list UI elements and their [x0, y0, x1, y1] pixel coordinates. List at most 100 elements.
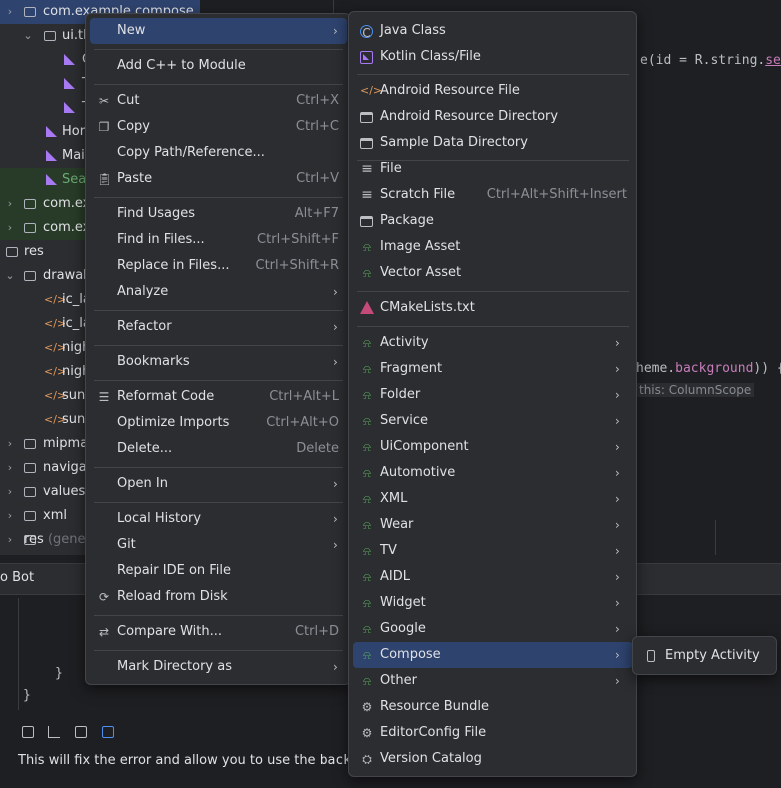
android-icon: ⍾	[363, 596, 371, 610]
menu-item-android-resource-directory[interactable]: Android Resource Directory	[353, 104, 633, 130]
chevron-right-icon: ›	[333, 660, 338, 674]
tree-row-label: res	[24, 244, 44, 259]
menu-item-vector-asset[interactable]: ⍾ Vector Asset	[353, 260, 633, 286]
menu-item-compose[interactable]: ⍾ Compose ›	[353, 642, 633, 668]
menu-item-xml[interactable]: ⍾ XML ›	[353, 486, 633, 512]
menu-item-label: Reformat Code	[117, 389, 215, 404]
menu-item-scratch-file[interactable]: Scratch File Ctrl+Alt+Shift+Insert	[353, 182, 633, 208]
menu-item-cut[interactable]: ✂ Cut Ctrl+X	[90, 88, 347, 114]
menu-item-version-catalog[interactable]: ⛭ Version Catalog	[353, 746, 633, 772]
menu-item-google[interactable]: ⍾ Google ›	[353, 616, 633, 642]
chevron-right-icon[interactable]: ›	[4, 456, 16, 480]
chevron-right-icon[interactable]: ›	[4, 216, 16, 240]
menu-item-kotlin-class-file[interactable]: Kotlin Class/File	[353, 44, 633, 70]
menu-item-copy[interactable]: ❐ Copy Ctrl+C	[90, 114, 347, 140]
menu-item-activity[interactable]: ⍾ Activity ›	[353, 330, 633, 356]
menu-item-sample-data-directory[interactable]: Sample Data Directory	[353, 130, 633, 156]
menu-item-bookmarks[interactable]: Bookmarks ›	[90, 349, 347, 375]
menu-item-java-class[interactable]: C Java Class	[353, 18, 633, 44]
menu-item-shortcut: Ctrl+Shift+R	[255, 258, 340, 273]
folder-icon	[24, 463, 36, 473]
code-brace: }	[55, 666, 63, 681]
menu-item-label: XML	[380, 491, 408, 506]
new-file-icon[interactable]	[75, 726, 87, 738]
menu-item-label: Scratch File	[380, 187, 456, 202]
chevron-down-icon[interactable]: ⌄	[22, 24, 34, 48]
menu-item-resource-bundle[interactable]: ⚙ Resource Bundle	[353, 694, 633, 720]
menu-item-copy-path[interactable]: Copy Path/Reference...	[90, 140, 347, 166]
menu-item-mark-directory-as[interactable]: Mark Directory as ›	[90, 654, 347, 680]
package-icon	[24, 223, 36, 233]
menu-item-find-in-files[interactable]: Find in Files... Ctrl+Shift+F	[90, 227, 347, 253]
tree-row-label: sun	[62, 412, 86, 427]
menu-item-aidl[interactable]: ⍾ AIDL ›	[353, 564, 633, 590]
menu-item-empty-activity[interactable]: Empty Activity	[637, 643, 773, 669]
menu-item-find-usages[interactable]: Find Usages Alt+F7	[90, 201, 347, 227]
compose-submenu: Empty Activity	[632, 636, 777, 675]
chevron-right-icon[interactable]: ›	[4, 432, 16, 456]
gear-icon: ⚙	[361, 700, 373, 714]
menu-item-add-cpp[interactable]: Add C++ to Module	[90, 53, 347, 79]
menu-item-tv[interactable]: ⍾ TV ›	[353, 538, 633, 564]
android-icon: ⍾	[363, 570, 371, 584]
inlay-hint: this: ColumnScope	[636, 383, 755, 397]
menu-separator	[94, 650, 343, 651]
menu-separator	[94, 310, 343, 311]
menu-item-repair-ide[interactable]: Repair IDE on File	[90, 558, 347, 584]
tree-row-label: naviga	[43, 460, 87, 475]
menu-item-label: Sample Data Directory	[380, 135, 528, 150]
menu-item-android-resource-file[interactable]: </> Android Resource File	[353, 78, 633, 104]
menu-item-cmakelists[interactable]: CMakeLists.txt	[353, 295, 633, 321]
paste-icon: 📋︎	[97, 172, 113, 186]
menu-item-compare-with[interactable]: ⇄ Compare With... Ctrl+D	[90, 619, 347, 645]
menu-item-replace-in-files[interactable]: Replace in Files... Ctrl+Shift+R	[90, 253, 347, 279]
menu-item-service[interactable]: ⍾ Service ›	[353, 408, 633, 434]
menu-item-package[interactable]: Package	[353, 208, 633, 234]
menu-item-new[interactable]: New ›	[90, 18, 347, 44]
chevron-right-icon[interactable]: ›	[4, 192, 16, 216]
chevron-right-icon[interactable]: ›	[4, 528, 16, 552]
menu-item-paste[interactable]: 📋︎ Paste Ctrl+V	[90, 166, 347, 192]
menu-item-automotive[interactable]: ⍾ Automotive ›	[353, 460, 633, 486]
menu-item-open-in[interactable]: Open In ›	[90, 471, 347, 497]
menu-item-image-asset[interactable]: ⍾ Image Asset	[353, 234, 633, 260]
menu-item-other[interactable]: ⍾ Other ›	[353, 668, 633, 694]
menu-separator	[357, 74, 629, 75]
chevron-right-icon[interactable]: ›	[4, 0, 16, 24]
menu-item-reload-from-disk[interactable]: ⟳ Reload from Disk	[90, 584, 347, 610]
android-icon: ⍾	[363, 648, 371, 662]
menu-item-fragment[interactable]: ⍾ Fragment ›	[353, 356, 633, 382]
menu-item-widget[interactable]: ⍾ Widget ›	[353, 590, 633, 616]
insert-at-caret-icon[interactable]	[48, 726, 60, 738]
menu-item-reformat-code[interactable]: ☰ Reformat Code Ctrl+Alt+L	[90, 384, 347, 410]
menu-item-editorconfig-file[interactable]: ⚙ EditorConfig File	[353, 720, 633, 746]
menu-item-label: Other	[380, 673, 417, 688]
chevron-right-icon: ›	[615, 518, 620, 532]
menu-item-label: Cut	[117, 93, 140, 108]
chevron-right-icon[interactable]: ›	[4, 480, 16, 504]
menu-item-delete[interactable]: Delete... Delete	[90, 436, 347, 462]
menu-item-file[interactable]: File	[353, 156, 633, 182]
catalog-icon: ⛭	[362, 752, 372, 766]
menu-item-local-history[interactable]: Local History ›	[90, 506, 347, 532]
chevron-right-icon: ›	[333, 477, 338, 491]
menu-item-refactor[interactable]: Refactor ›	[90, 314, 347, 340]
android-icon: ⍾	[363, 336, 371, 350]
menu-item-uicomponent[interactable]: ⍾ UiComponent ›	[353, 434, 633, 460]
chevron-right-icon[interactable]: ›	[4, 504, 16, 528]
menu-item-folder[interactable]: ⍾ Folder ›	[353, 382, 633, 408]
menu-item-optimize-imports[interactable]: Optimize Imports Ctrl+Alt+O	[90, 410, 347, 436]
code-line: e(id = R.string.sea	[640, 53, 781, 68]
copy-icon[interactable]	[22, 726, 34, 738]
menu-item-analyze[interactable]: Analyze ›	[90, 279, 347, 305]
menu-item-label: Empty Activity	[665, 648, 760, 663]
menu-item-shortcut: Ctrl+D	[294, 624, 339, 639]
scissors-icon: ✂	[98, 94, 110, 108]
menu-item-wear[interactable]: ⍾ Wear ›	[353, 512, 633, 538]
chevron-right-icon: ›	[333, 285, 338, 299]
menu-item-shortcut: Ctrl+Alt+Shift+Insert	[486, 187, 627, 202]
apply-icon[interactable]	[102, 726, 114, 738]
chevron-down-icon[interactable]: ⌄	[4, 264, 16, 288]
menu-item-git[interactable]: Git ›	[90, 532, 347, 558]
chevron-right-icon: ›	[615, 648, 620, 662]
